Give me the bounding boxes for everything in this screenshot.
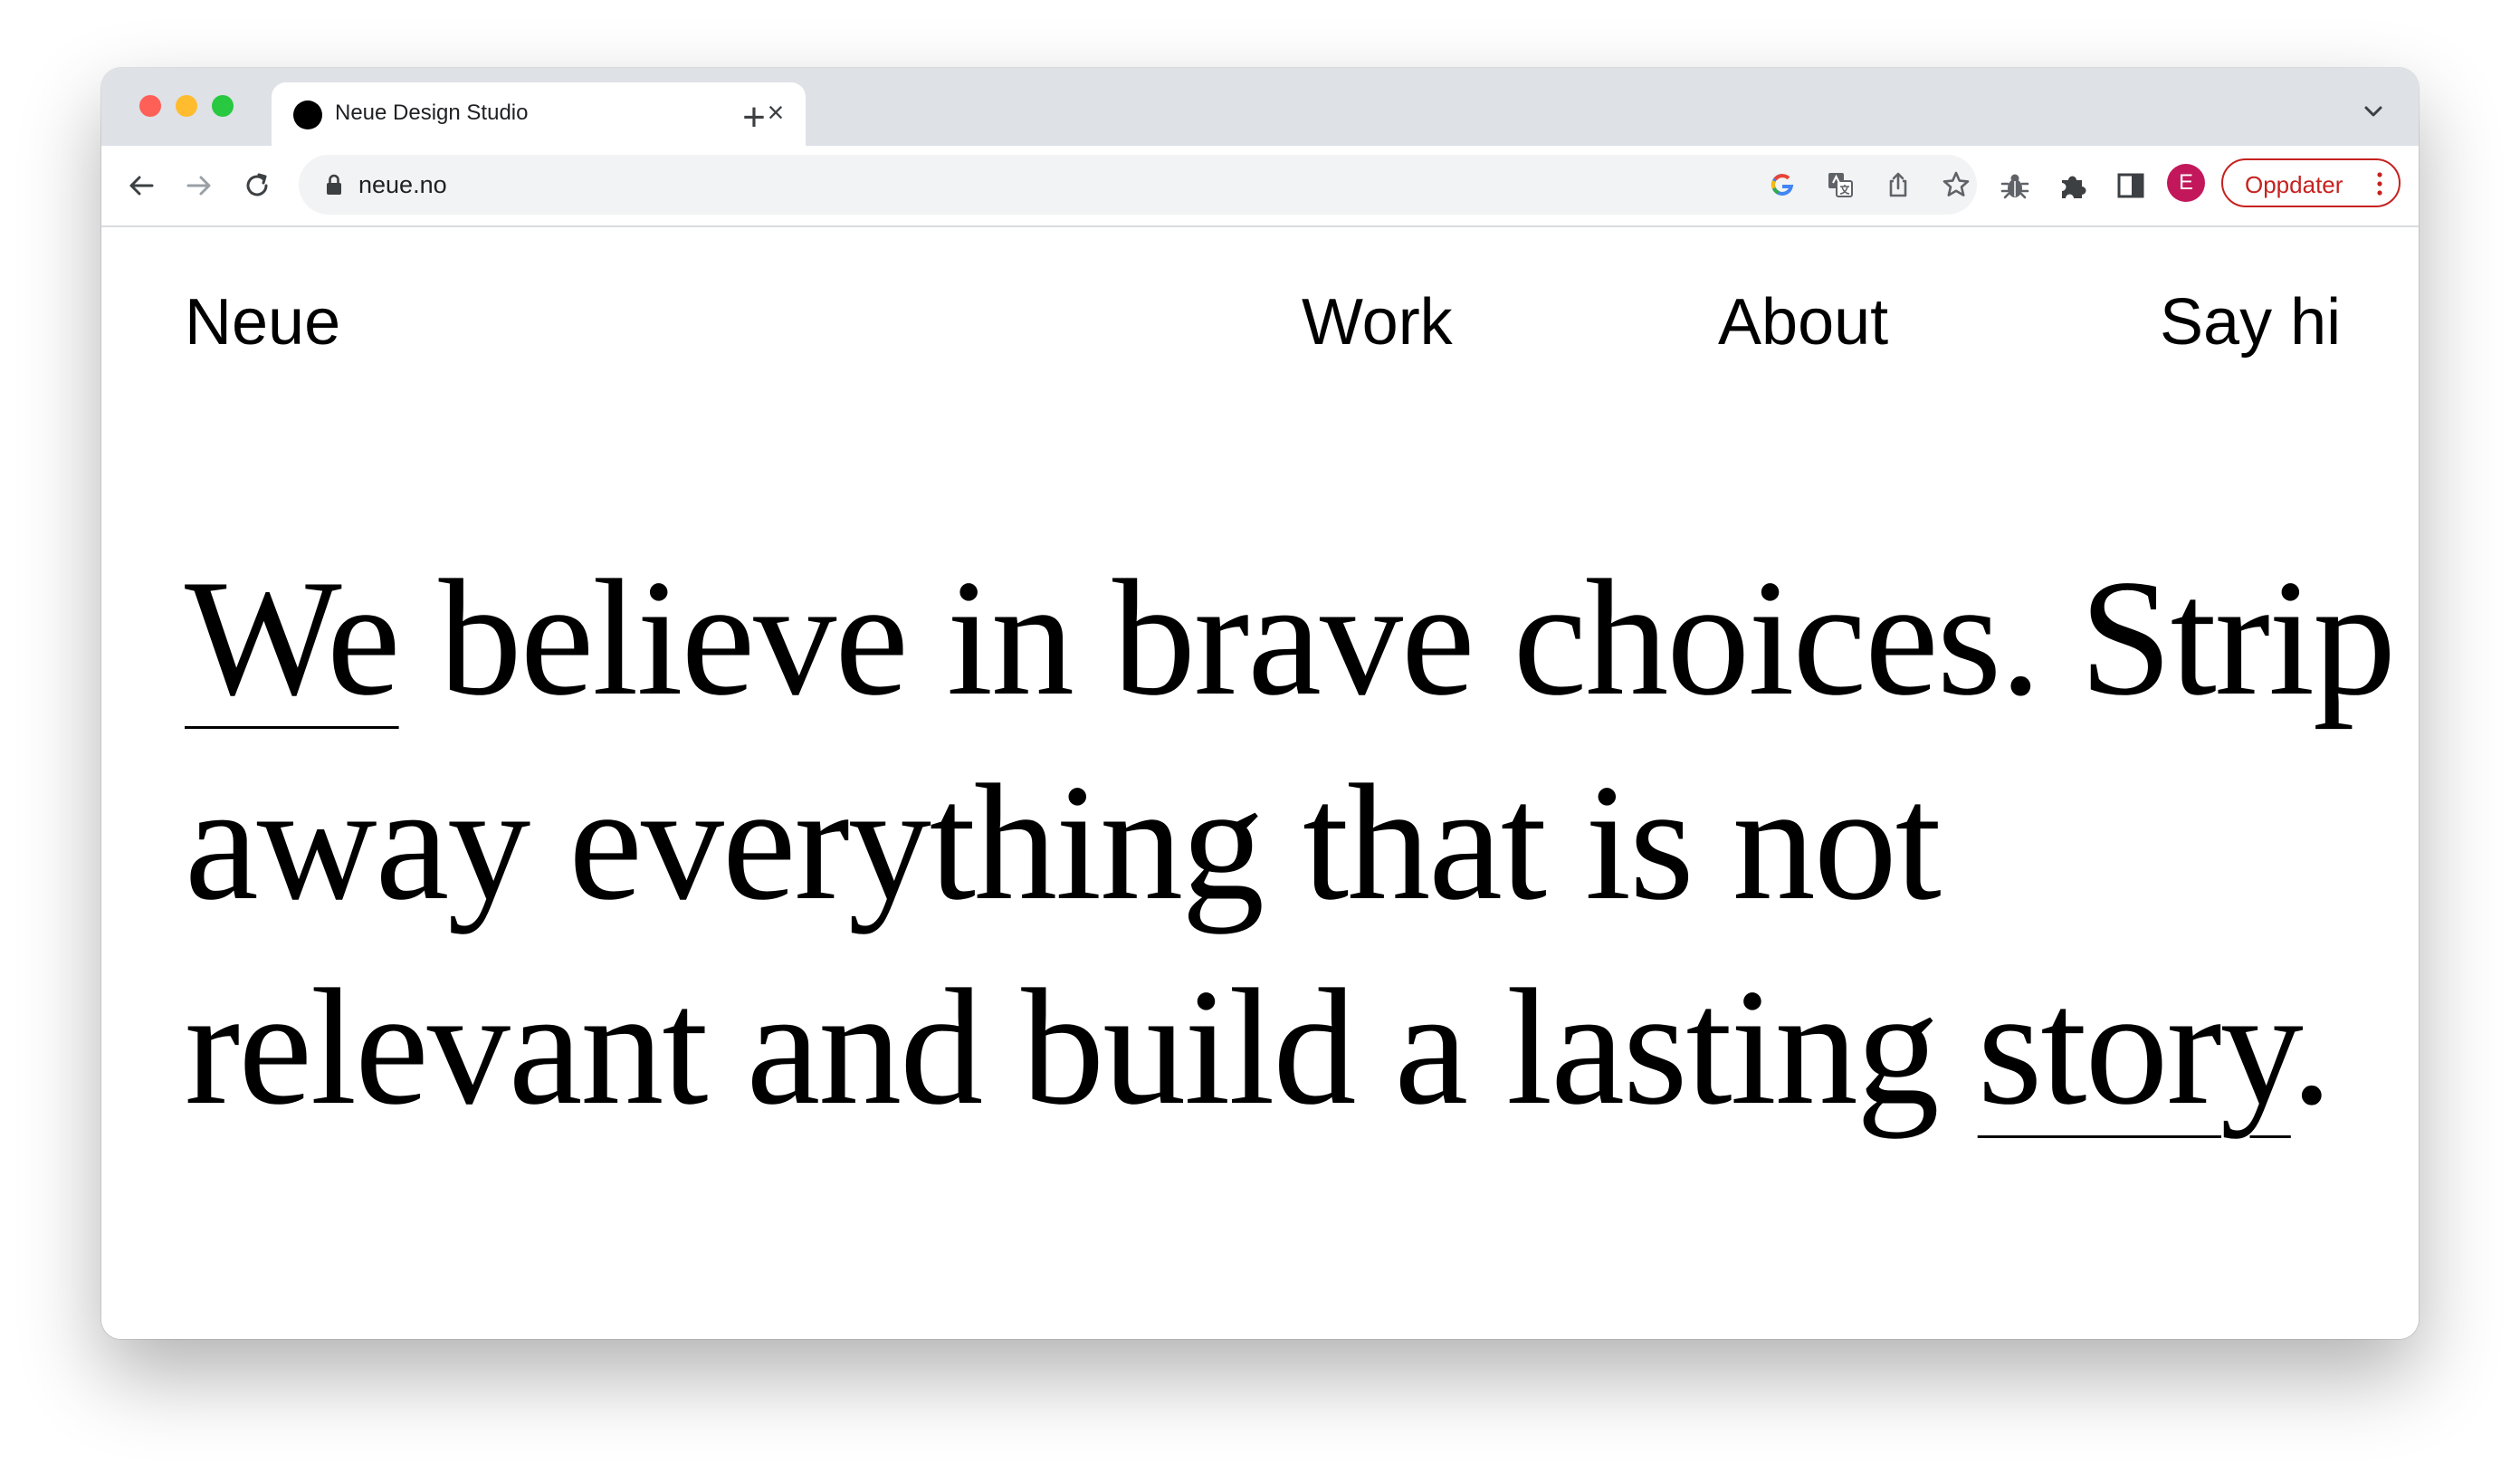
nav-link-about[interactable]: About [1718,285,1888,359]
share-icon[interactable] [1883,169,1914,200]
hero-link-story[interactable]: story [1978,954,2293,1139]
translate-icon[interactable] [1825,169,1856,200]
nav-link-say-hi[interactable]: Say hi [2160,285,2341,359]
window-close-button[interactable] [139,95,161,117]
new-tab-button[interactable]: + [722,97,786,142]
window-minimize-button[interactable] [176,95,197,117]
star-icon[interactable] [1941,169,1971,200]
puzzle-icon[interactable] [2055,168,2091,204]
window-maximize-button[interactable] [212,95,234,117]
hero-line-3: relevant and build a lasting story. [185,944,2357,1149]
favicon-icon [293,100,322,129]
hero-line-1: We believe in brave choices. Strip [185,535,2396,740]
chevron-down-icon[interactable] [2355,93,2391,129]
reload-button[interactable] [237,166,277,206]
address-bar[interactable]: neue.no [299,155,1977,215]
tab-title: Neue Design Studio [335,100,529,125]
hero-line-1-text: believe in brave choices. Strip [398,545,2397,730]
update-button[interactable]: Oppdater [2221,158,2401,207]
bug-icon[interactable] [1997,168,2033,204]
nav-link-work[interactable]: Work [1302,285,1453,359]
update-button-label: Oppdater [2245,171,2343,198]
forward-button[interactable] [179,166,219,206]
site-logo[interactable]: Neue [185,285,340,359]
more-vert-icon [2377,172,2382,196]
hero-line-3-text: relevant and build a lasting [185,954,1978,1139]
profile-avatar[interactable]: E [2167,164,2205,202]
back-button[interactable] [121,166,161,206]
side-panel-icon[interactable] [2113,168,2149,204]
lock-icon[interactable] [322,173,346,196]
hero-line-3-end: . [2290,954,2333,1139]
hero-line-2: away everything that is not [185,750,1942,934]
url-text[interactable]: neue.no [358,171,447,199]
tab-strip: Neue Design Studio × + [101,68,2419,146]
google-icon[interactable] [1767,169,1798,200]
browser-window: Neue Design Studio × + neue.no E Oppdate… [101,68,2419,1339]
hero-link-we[interactable]: We [185,545,401,730]
page-content: Neue Work About Say hi We believe in bra… [101,227,2419,1339]
hero-statement: We believe in brave choices. Strip away … [185,535,2396,1149]
browser-toolbar: neue.no E Oppdater [101,146,2419,227]
